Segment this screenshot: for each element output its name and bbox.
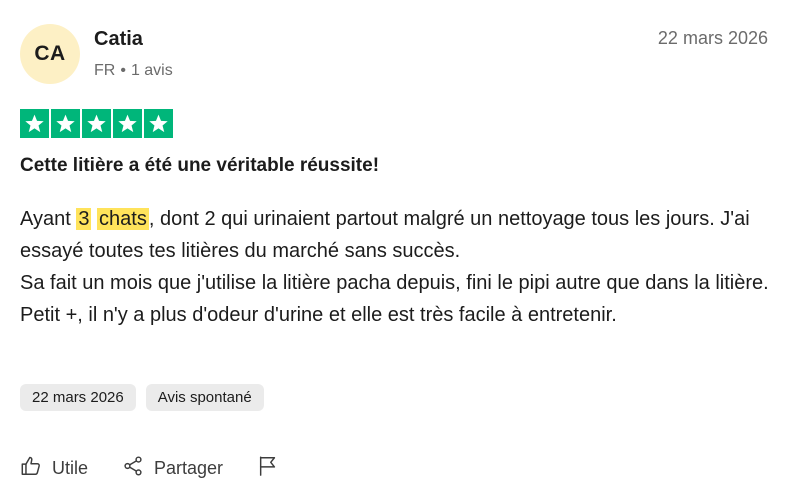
highlighted-term: chats — [97, 208, 149, 230]
date-tag: 22 mars 2026 — [20, 384, 136, 411]
review-tags: 22 mars 2026 Avis spontané — [20, 384, 264, 411]
meta-separator: • — [120, 62, 126, 79]
star-icon — [144, 109, 173, 138]
review-title: Cette litière a été une véritable réussi… — [20, 155, 380, 176]
author-review-count: 1 avis — [130, 62, 173, 79]
share-icon — [122, 455, 144, 482]
useful-label: Utile — [52, 458, 89, 478]
author-country: FR — [94, 62, 116, 79]
useful-button[interactable]: Utile — [20, 455, 88, 482]
star-icon — [113, 109, 142, 138]
author-name[interactable]: Catia — [94, 28, 143, 51]
review-paragraph: Petit +, il n'y a plus d'odeur d'urine e… — [20, 304, 617, 326]
thumbs-up-icon — [20, 455, 42, 482]
review-date: 22 mars 2026 — [657, 28, 768, 48]
share-label: Partager — [154, 458, 224, 478]
highlighted-term: 3 — [76, 208, 92, 230]
star-icon — [20, 109, 49, 138]
body-text: Ayant — [20, 208, 77, 230]
star-rating — [20, 109, 173, 138]
star-icon — [82, 109, 111, 138]
spontaneous-tag: Avis spontané — [145, 384, 264, 411]
avatar[interactable]: CA — [20, 24, 80, 84]
author-meta: FR • 1 avis — [94, 62, 173, 80]
report-button[interactable] — [257, 455, 279, 482]
review-card: CA Catia FR • 1 avis 22 mars 2026 Cette … — [0, 0, 800, 499]
flag-icon — [257, 455, 279, 482]
share-button[interactable]: Partager — [122, 455, 223, 482]
star-icon — [51, 109, 80, 138]
review-body: Ayant 3 chats, dont 2 qui urinaient part… — [20, 203, 780, 331]
review-actions: Utile Partager — [20, 455, 313, 482]
review-paragraph: Sa fait un mois que j'utilise la litière… — [20, 272, 769, 294]
review-paragraph: Ayant 3 chats, dont 2 qui urinaient part… — [20, 203, 780, 267]
